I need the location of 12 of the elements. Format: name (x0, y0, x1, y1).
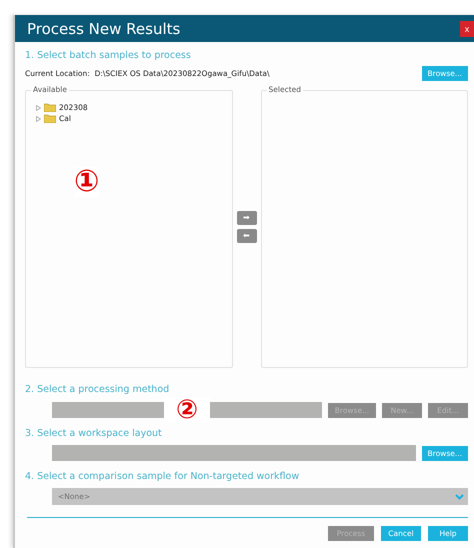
remove-button[interactable]: ⬅ (236, 228, 256, 242)
layout-field[interactable] (52, 445, 416, 461)
section-heading: 3. Select a workspace layout (25, 428, 163, 439)
folder-icon (44, 103, 56, 112)
chevron-down-icon[interactable] (455, 494, 464, 500)
folder-icon (44, 114, 56, 123)
section-heading: 1. Select batch samples to process (25, 50, 192, 61)
close-button[interactable]: x (460, 20, 474, 36)
window-title: Process New Results (27, 20, 180, 38)
section-heading: 2. Select a processing method (25, 384, 170, 395)
section-heading: 4. Select a comparison sample for Non-targeted workflow (25, 471, 300, 482)
add-button[interactable]: ➡ (236, 210, 256, 224)
